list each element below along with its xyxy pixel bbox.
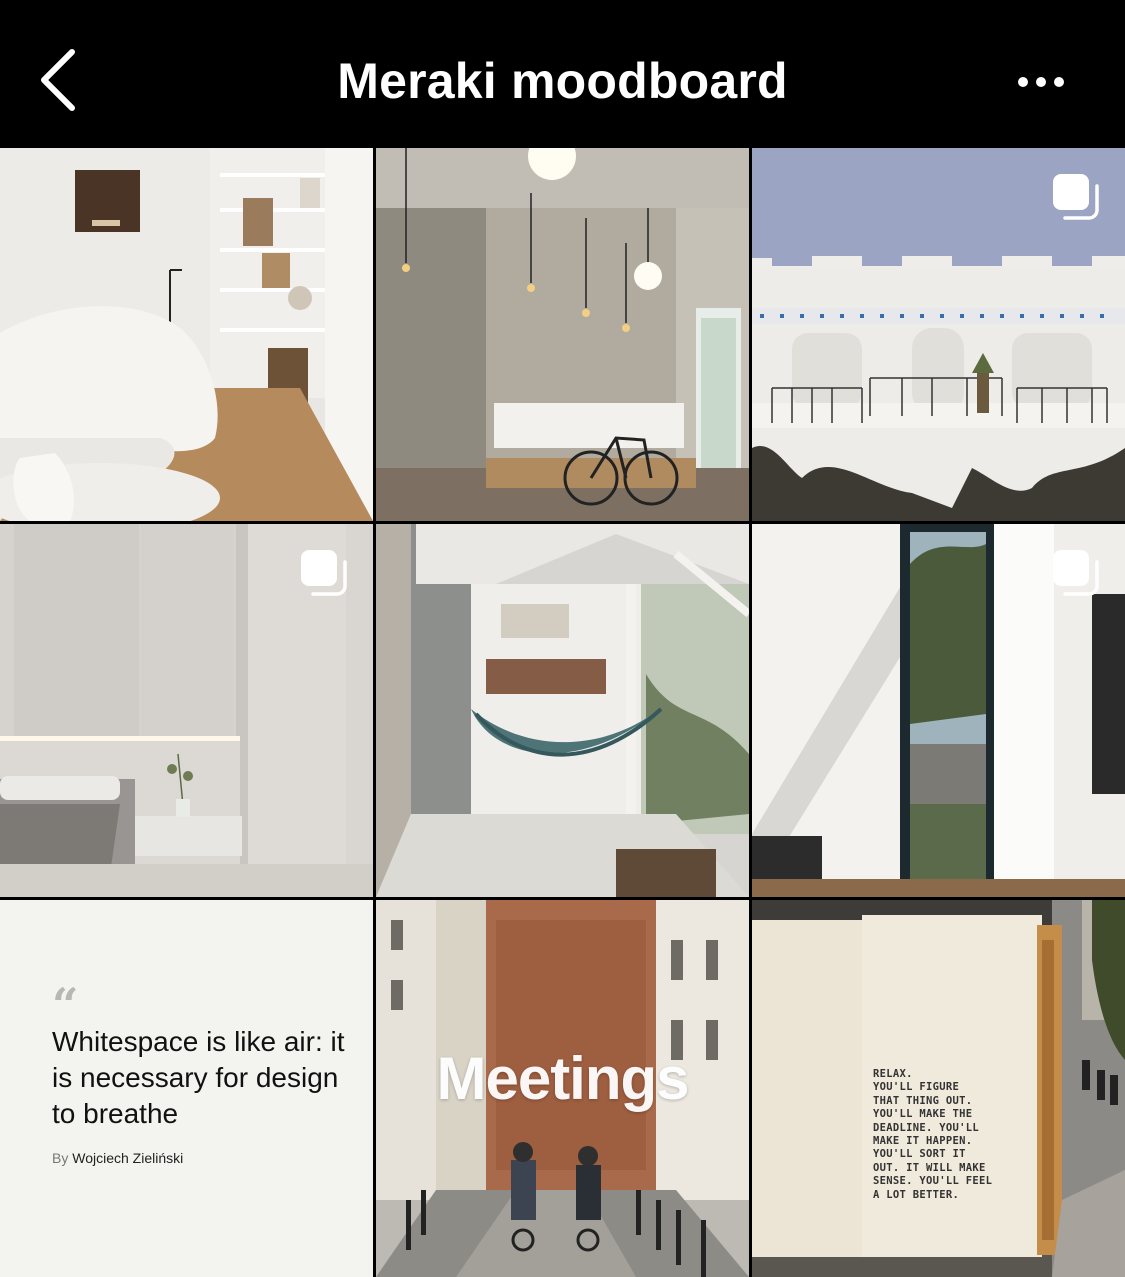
multiple-images-icon [1053,174,1099,220]
grid-tile-living-room[interactable] [0,148,373,521]
top-bar: Meraki moodboard [0,0,1125,148]
hammock-porch-photo [376,524,749,897]
grid-tile-hammock-porch[interactable] [376,524,749,897]
living-room-photo [0,148,373,521]
moodboard-grid: “ Whitespace is like air: it is necessar… [0,148,1125,1277]
grid-tile-concrete-hall[interactable] [376,148,749,521]
grid-tile-quote[interactable]: “ Whitespace is like air: it is necessar… [0,900,373,1277]
quote-mark-icon: “ [52,978,79,1032]
quote-author: Wojciech Zieliński [72,1150,184,1166]
quote-card: “ Whitespace is like air: it is necessar… [0,900,373,1277]
grid-tile-white-facade[interactable] [752,148,1125,521]
grid-tile-meetings[interactable]: Meetings [376,900,749,1277]
wall-message-text: RELAX. YOU'LL FIGURE THAT THING OUT. YOU… [873,1068,993,1201]
multiple-images-icon [1053,550,1099,596]
more-options-button[interactable] [1008,60,1078,104]
more-horizontal-icon [1018,77,1064,87]
grid-tile-wall-message[interactable]: RELAX. YOU'LL FIGURE THAT THING OUT. YOU… [752,900,1125,1277]
quote-text: Whitespace is like air: it is necessary … [52,1026,345,1129]
meetings-label: Meetings [436,1045,689,1112]
multiple-images-icon [301,550,347,596]
concrete-hall-photo [376,148,749,521]
quote-attribution: By Wojciech Zieliński [52,1150,183,1166]
grid-tile-tall-window[interactable] [752,524,1125,897]
grid-tile-bedroom[interactable] [0,524,373,897]
quote-by-prefix: By [52,1150,69,1166]
board-title: Meraki moodboard [337,53,788,109]
